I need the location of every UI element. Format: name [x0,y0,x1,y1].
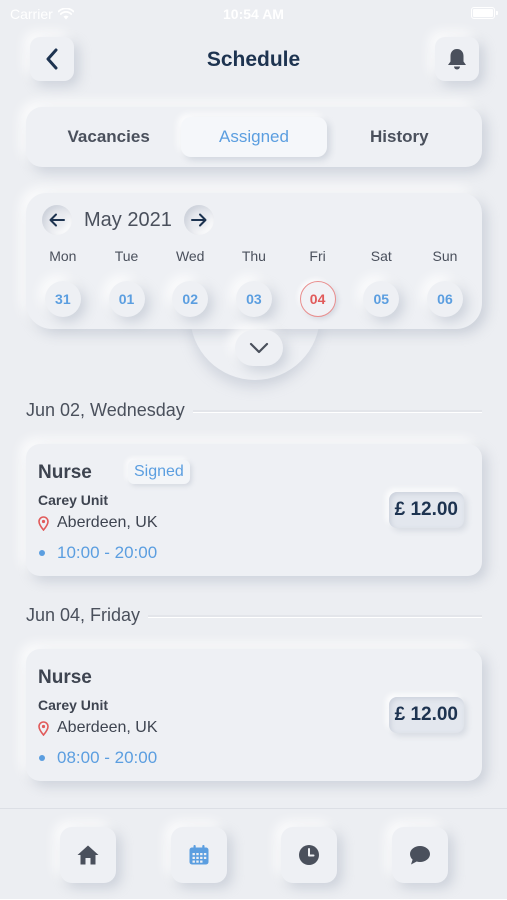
section-date: Jun 02, Wednesday [26,400,185,420]
day-column: Sun 06 [413,248,477,317]
day-button[interactable]: 31 [44,281,81,317]
job-card[interactable]: Nurse Signed Carey Unit Aberdeen, UK 10:… [26,444,482,576]
month-label: May 2021 [84,208,172,231]
price-tag: £ 12.00 [388,492,464,528]
weekday-row: Mon 31 Tue 01 Wed 02 Thu 03 Fri 04 Sat 0… [26,248,482,317]
weekday-label: Wed [175,248,205,264]
weekday-label: Sat [370,248,392,264]
day-button[interactable]: 02 [172,281,209,317]
weekday-label: Thu [241,248,266,264]
date-section-header: Jun 04, Friday [26,605,482,626]
day-button[interactable]: 03 [235,281,272,317]
bottom-navigation [0,808,507,900]
section-divider [192,409,482,412]
job-unit: Carey Unit [38,492,109,508]
arrow-left-icon [49,213,65,227]
weekday-label: Fri [309,248,326,264]
time-dot-icon [39,755,45,761]
job-title: Nurse [38,667,92,688]
price-tag: £ 12.00 [388,697,464,733]
nav-calendar-button[interactable] [171,827,227,883]
day-button[interactable]: 01 [108,281,145,317]
time-text: 10:00 - 20:00 [57,543,158,562]
clock-icon [299,845,319,865]
prev-month-button[interactable] [42,205,72,235]
job-time: 10:00 - 20:00 [38,543,157,563]
date-section-header: Jun 02, Wednesday [26,400,482,421]
day-button-today[interactable]: 04 [299,281,336,317]
home-icon [77,845,99,865]
chevron-down-icon [249,342,269,354]
battery-icon [471,7,498,19]
section-divider [148,614,482,617]
tab-vacancies[interactable]: Vacancies [36,117,181,157]
weekday-label: Tue [114,248,139,264]
job-title: Nurse [38,462,92,483]
day-column: Mon 31 [31,248,95,317]
status-time: 10:54 AM [223,6,284,22]
week-calendar: May 2021 Mon 31 Tue 01 Wed 02 Thu 03 Fri… [26,193,482,329]
section-date: Jun 04, Friday [26,605,141,625]
nav-home-button[interactable] [60,827,116,883]
time-dot-icon [39,550,45,556]
page-title: Schedule [206,48,301,71]
time-text: 08:00 - 20:00 [57,748,158,767]
location-pin-icon [38,720,49,736]
status-badge: Signed [128,460,190,484]
job-unit: Carey Unit [38,697,109,713]
location-text: Aberdeen, UK [57,514,158,531]
nav-messages-button[interactable] [392,827,448,883]
location-text: Aberdeen, UK [57,719,158,736]
expand-calendar-button[interactable] [235,330,283,366]
day-button[interactable]: 05 [363,281,400,317]
calendar-icon [189,845,209,865]
weekday-label: Mon [49,248,77,264]
tab-history[interactable]: History [327,117,472,157]
next-month-button[interactable] [183,205,214,235]
job-card[interactable]: Nurse Carey Unit Aberdeen, UK 08:00 - 20… [26,649,482,781]
schedule-tabs: Vacancies Assigned History [26,107,482,167]
job-location: Aberdeen, UK [38,514,158,532]
nav-history-button[interactable] [281,827,337,883]
chat-icon [410,846,430,865]
weekday-label: Sun [432,248,458,264]
day-column: Fri 04 [286,248,350,317]
location-pin-icon [38,515,49,531]
status-bar: Carrier 10:54 AM [0,0,507,30]
arrow-right-icon [190,213,207,227]
job-time: 08:00 - 20:00 [38,748,157,768]
day-button[interactable]: 06 [426,281,463,317]
notifications-button[interactable] [435,37,479,81]
tab-assigned[interactable]: Assigned [181,117,327,157]
day-column: Thu 03 [222,248,286,317]
day-column: Wed 02 [158,248,222,317]
bell-icon [448,49,466,70]
job-location: Aberdeen, UK [38,719,158,737]
day-column: Sat 05 [349,248,413,317]
calendar-header: May 2021 [42,205,214,235]
day-column: Tue 01 [95,248,159,317]
